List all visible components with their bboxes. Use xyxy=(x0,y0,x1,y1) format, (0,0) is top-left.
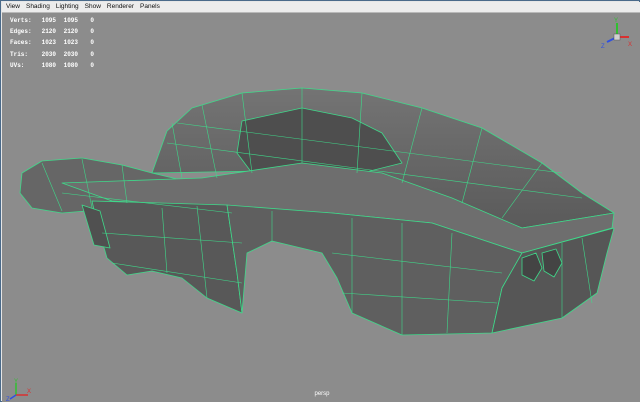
svg-text:X: X xyxy=(27,389,31,395)
maya-viewport-window: View Shading Lighting Show Renderer Pane… xyxy=(0,0,640,402)
hud-row-uvs: UVs: 1080 1080 0 xyxy=(10,60,94,71)
view-cube-icon[interactable]: Y X Z xyxy=(600,17,634,53)
hud-label: Tris: xyxy=(10,50,29,58)
hud-row-tris: Tris: 2030 2030 0 xyxy=(10,49,94,60)
view-cube-x-label: X xyxy=(628,42,632,48)
hud-value: 2120 xyxy=(41,28,56,36)
svg-text:Y: Y xyxy=(14,379,18,385)
poly-count-hud: Verts: 1095 1095 0 Edges: 2120 2120 0 Fa… xyxy=(10,15,94,71)
hud-value: 1080 xyxy=(41,61,56,69)
view-cube-y-label: Y xyxy=(614,18,618,24)
hud-value: 1023 xyxy=(41,39,56,47)
menu-shading[interactable]: Shading xyxy=(26,2,50,12)
hud-value: 2030 xyxy=(41,50,56,58)
hud-label: UVs: xyxy=(10,61,25,69)
hud-label: Faces: xyxy=(10,39,32,47)
hud-label: Edges: xyxy=(10,28,32,36)
menu-show[interactable]: Show xyxy=(85,2,101,12)
menu-panels[interactable]: Panels xyxy=(140,2,160,12)
menu-view[interactable]: View xyxy=(6,2,20,12)
svg-text:Z: Z xyxy=(6,397,10,401)
hud-value: 1095 xyxy=(63,17,78,25)
hud-value: 1095 xyxy=(41,17,56,25)
hud-value: 0 xyxy=(90,61,94,69)
hud-value: 0 xyxy=(90,28,94,36)
perspective-viewport[interactable]: Verts: 1095 1095 0 Edges: 2120 2120 0 Fa… xyxy=(2,13,640,402)
hud-label: Verts: xyxy=(10,17,32,25)
hud-value: 1080 xyxy=(63,61,78,69)
hud-value: 0 xyxy=(90,50,94,58)
axis-gizmo-icon: Y X Z xyxy=(6,379,31,401)
camera-name-label: persp xyxy=(314,391,330,397)
menu-lighting[interactable]: Lighting xyxy=(56,2,79,12)
hud-value: 2120 xyxy=(63,28,78,36)
hud-value: 0 xyxy=(90,39,94,47)
hud-row-edges: Edges: 2120 2120 0 xyxy=(10,26,94,37)
car-body-mesh[interactable] xyxy=(2,13,640,402)
hud-value: 2030 xyxy=(63,50,78,58)
view-cube-z-label: Z xyxy=(601,44,605,50)
front-fender xyxy=(91,200,243,314)
hud-row-verts: Verts: 1095 1095 0 xyxy=(10,15,94,26)
panel-menu-bar: View Shading Lighting Show Renderer Pane… xyxy=(2,2,640,13)
menu-renderer[interactable]: Renderer xyxy=(107,2,134,12)
hud-value: 0 xyxy=(90,17,94,25)
hud-value: 1023 xyxy=(63,39,78,47)
hud-row-faces: Faces: 1023 1023 0 xyxy=(10,37,94,48)
